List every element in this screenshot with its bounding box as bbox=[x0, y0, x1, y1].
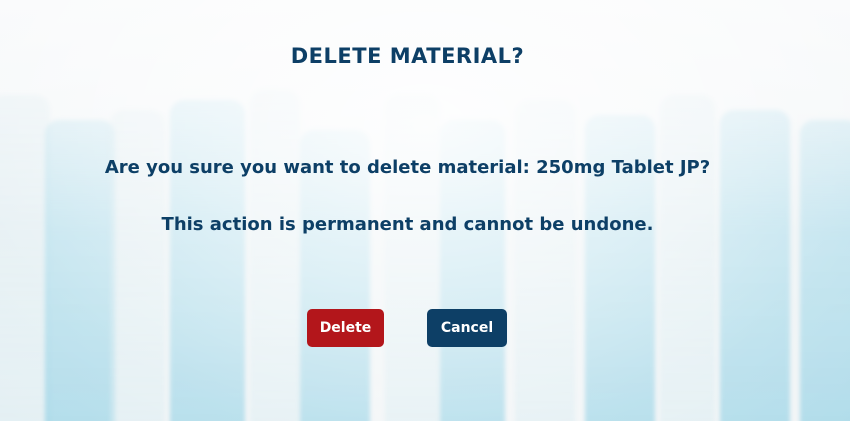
delete-material-dialog: DELETE MATERIAL? Are you sure you want t… bbox=[0, 0, 850, 421]
dialog-title: DELETE MATERIAL? bbox=[290, 44, 525, 68]
confirmation-question: Are you sure you want to delete material… bbox=[104, 157, 711, 178]
delete-button[interactable]: Delete bbox=[307, 309, 384, 347]
permanent-action-warning: This action is permanent and cannot be u… bbox=[161, 214, 654, 235]
cancel-button[interactable]: Cancel bbox=[427, 309, 507, 347]
